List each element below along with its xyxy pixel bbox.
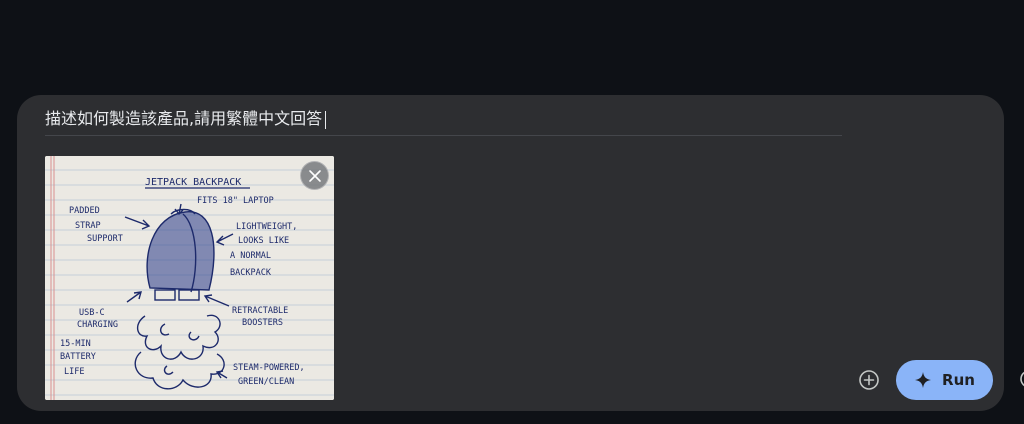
sketch-light-label-4: BACKPACK xyxy=(230,268,272,278)
sketch-light-label-2: LOOKS LIKE xyxy=(238,236,289,246)
prompt-text: 描述如何製造該產品,請用繁體中文回答 xyxy=(45,109,323,128)
partial-icon xyxy=(1020,371,1024,387)
prompt-card: 描述如何製造該產品,請用繁體中文回答 JETPACK BACKPACK FITS… xyxy=(17,95,1004,411)
prompt-input[interactable]: 描述如何製造該產品,請用繁體中文回答 xyxy=(45,103,842,136)
image-attachment[interactable]: JETPACK BACKPACK FITS 18" LAPTOP PADDED … xyxy=(45,156,334,400)
text-caret xyxy=(325,110,327,129)
sketch-light-label-1: LIGHTWEIGHT, xyxy=(236,222,297,232)
sketch-usb-label-2: CHARGING xyxy=(77,320,118,330)
jetpack-sketch-image: JETPACK BACKPACK FITS 18" LAPTOP PADDED … xyxy=(45,156,334,400)
run-button-label: Run xyxy=(942,371,975,389)
sparkle-icon xyxy=(915,372,932,388)
sketch-steam-label-1: STEAM-POWERED, xyxy=(233,363,305,373)
sketch-battery-label-1: 15-MIN xyxy=(60,339,91,349)
sketch-battery-label-2: BATTERY xyxy=(60,352,96,362)
close-icon xyxy=(308,169,321,182)
sketch-padded-label-1: PADDED xyxy=(69,206,100,216)
sketch-retract-label-2: BOOSTERS xyxy=(242,318,283,328)
sketch-fits-label: FITS 18" LAPTOP xyxy=(197,196,274,206)
sketch-retract-label-1: RETRACTABLE xyxy=(232,306,288,316)
remove-attachment-button[interactable] xyxy=(300,161,329,190)
sketch-light-label-3: A NORMAL xyxy=(230,251,271,261)
sketch-usb-label-1: USB-C xyxy=(79,308,105,318)
sketch-title: JETPACK BACKPACK xyxy=(145,177,241,188)
sketch-padded-label-2: STRAP xyxy=(75,221,101,231)
sketch-steam-label-2: GREEN/CLEAN xyxy=(238,377,294,387)
sketch-battery-label-3: LIFE xyxy=(64,367,84,377)
run-button[interactable]: Run xyxy=(896,360,993,400)
sketch-padded-label-3: SUPPORT xyxy=(87,234,123,244)
add-media-button[interactable] xyxy=(858,369,880,391)
add-circle-icon xyxy=(859,370,879,390)
